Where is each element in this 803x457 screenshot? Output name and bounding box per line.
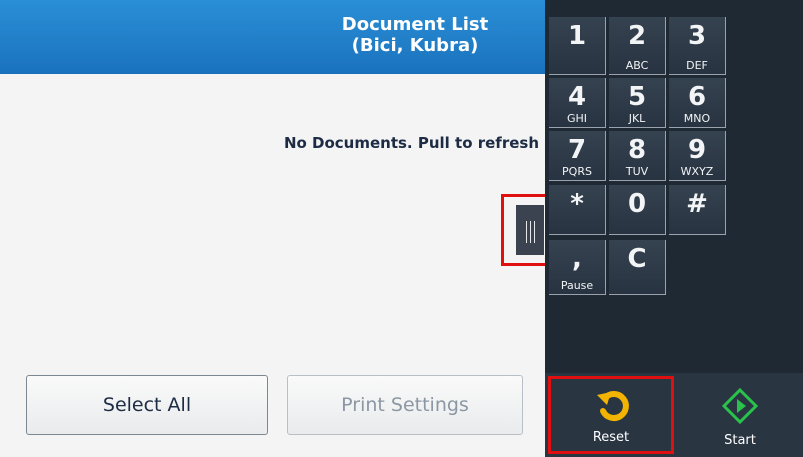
keypad-key-7[interactable]: 7 PQRS (549, 131, 606, 181)
start-label: Start (724, 433, 756, 448)
key-digit: C (627, 244, 647, 274)
key-digit: 2 (627, 21, 647, 51)
keypad-key-0[interactable]: 0 (609, 185, 666, 235)
keypad-key-4[interactable]: 4 GHI (549, 78, 606, 128)
key-letters: TUV (625, 165, 649, 178)
keypad-key-8[interactable]: 8 TUV (609, 131, 666, 181)
key-letters: JKL (628, 112, 646, 125)
reset-label: Reset (592, 430, 630, 445)
page-title: Document List (Bici, Kubra) (290, 14, 540, 56)
keypad-key-pause[interactable]: , Pause (549, 240, 606, 295)
key-letters: PQRS (562, 165, 592, 178)
key-digit: 4 (567, 82, 587, 112)
key-digit: # (686, 189, 708, 219)
keypad-key-6[interactable]: 6 MNO (669, 78, 726, 128)
key-letters: DEF (686, 59, 708, 72)
key-digit: 0 (627, 189, 647, 219)
keypad-key-c[interactable]: C (609, 240, 666, 295)
key-digit: 5 (627, 82, 647, 112)
key-letters: ABC (625, 59, 649, 72)
key-letters: MNO (683, 112, 711, 125)
key-letters: WXYZ (680, 165, 714, 178)
drag-handle-icon (516, 205, 544, 255)
empty-list-message: No Documents. Pull to refresh (283, 134, 539, 152)
keypad-key-9[interactable]: 9 WXYZ (669, 131, 726, 181)
keypad-key-3[interactable]: 3 DEF (669, 17, 726, 75)
title-line-2: (Bici, Kubra) (351, 35, 479, 56)
keypad-key-2[interactable]: 2 ABC (609, 17, 666, 75)
keypad-key-star[interactable]: * (549, 185, 606, 235)
key-digit: * (570, 189, 584, 219)
key-letters: GHI (566, 112, 588, 125)
select-all-button[interactable]: Select All (26, 375, 268, 435)
reset-button[interactable]: Reset (548, 376, 674, 454)
reset-arrow-icon (597, 391, 629, 422)
key-digit: 7 (567, 135, 587, 165)
key-digit: 1 (567, 21, 587, 51)
header-bar: Document List (Bici, Kubra) (0, 0, 545, 74)
print-settings-button[interactable]: Print Settings (287, 375, 523, 435)
key-digit: , (572, 244, 582, 274)
key-digit: 8 (627, 135, 647, 165)
start-diamond-icon (722, 388, 758, 424)
title-line-1: Document List (341, 14, 489, 35)
document-list-panel: Document List (Bici, Kubra) No Documents… (0, 0, 545, 457)
keypad-key-5[interactable]: 5 JKL (609, 78, 666, 128)
keypad-key-1[interactable]: 1 (549, 17, 606, 75)
key-digit: 3 (687, 21, 707, 51)
key-digit: 6 (687, 82, 707, 112)
start-button[interactable]: Start (680, 380, 800, 452)
key-digit: 9 (687, 135, 707, 165)
key-letters: Pause (560, 279, 594, 292)
panel-drag-handle[interactable] (501, 194, 551, 266)
keypad-key-hash[interactable]: # (669, 185, 726, 235)
